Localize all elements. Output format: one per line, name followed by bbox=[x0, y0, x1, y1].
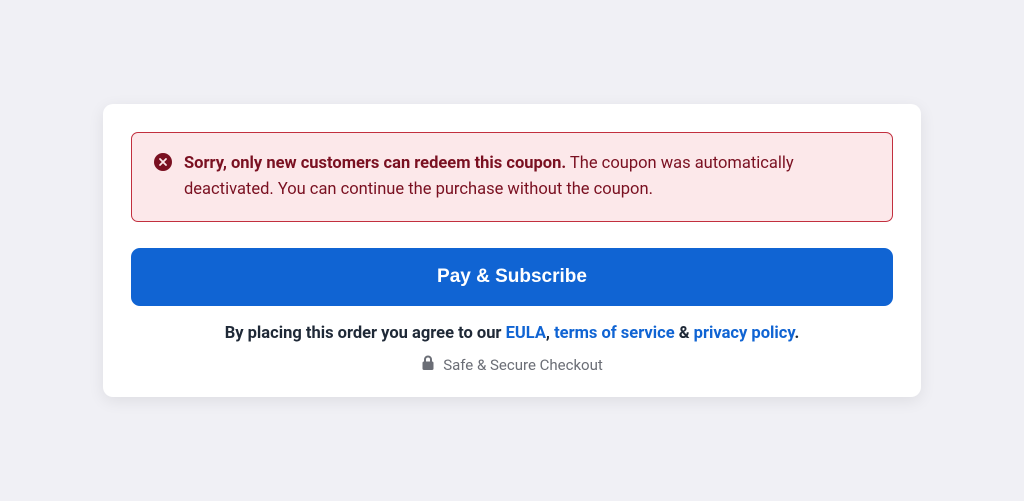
secure-checkout-note: Safe & Secure Checkout bbox=[131, 355, 893, 375]
secure-checkout-label: Safe & Secure Checkout bbox=[443, 356, 603, 374]
legal-prefix: By placing this order you agree to our bbox=[225, 324, 506, 343]
privacy-policy-link[interactable]: privacy policy bbox=[694, 324, 795, 343]
error-alert: Sorry, only new customers can redeem thi… bbox=[131, 132, 893, 221]
terms-of-service-link[interactable]: terms of service bbox=[554, 324, 675, 343]
error-icon bbox=[154, 153, 172, 171]
legal-text: By placing this order you agree to our E… bbox=[131, 324, 893, 343]
error-message: Sorry, only new customers can redeem thi… bbox=[184, 151, 870, 202]
eula-link[interactable]: EULA bbox=[506, 324, 546, 343]
checkout-card: Sorry, only new customers can redeem thi… bbox=[103, 104, 921, 396]
legal-amp: & bbox=[675, 324, 694, 343]
legal-period: . bbox=[794, 324, 799, 343]
lock-icon bbox=[421, 355, 435, 375]
error-message-bold: Sorry, only new customers can redeem thi… bbox=[184, 154, 566, 173]
legal-comma: , bbox=[546, 324, 554, 343]
pay-subscribe-button[interactable]: Pay & Subscribe bbox=[131, 248, 893, 306]
